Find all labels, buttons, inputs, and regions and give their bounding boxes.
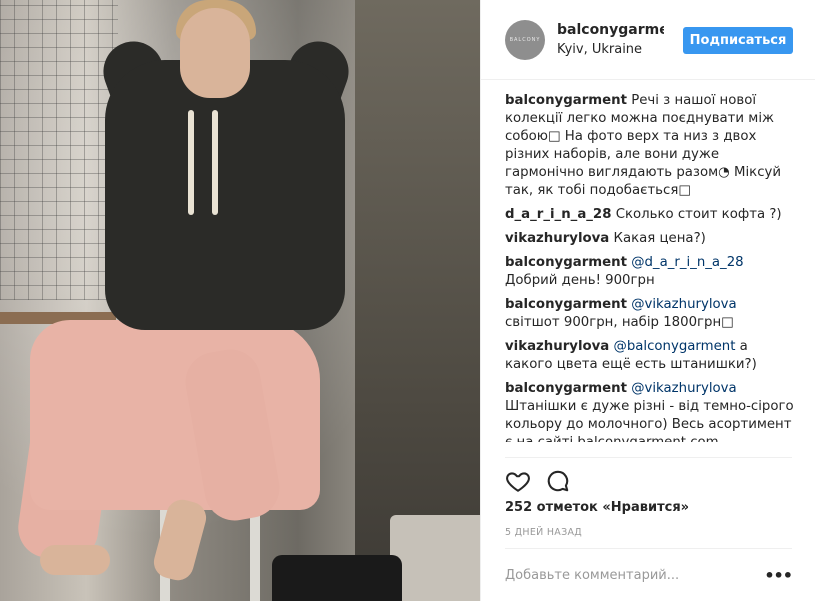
post-timestamp[interactable]: 5 ДНЕЙ НАЗАД bbox=[505, 527, 582, 538]
post-header: BALCONY balconygarment Kyiv, Ukraine Под… bbox=[481, 0, 815, 80]
photo-column bbox=[355, 0, 480, 601]
comment-author[interactable]: balconygarment bbox=[505, 297, 627, 312]
comment-text: Добрий день! 900грн bbox=[505, 273, 655, 288]
model-hoodie bbox=[105, 60, 345, 330]
post-photo[interactable] bbox=[0, 0, 480, 601]
model-foot-left bbox=[40, 545, 110, 575]
comment-author[interactable]: vikazhurylova bbox=[505, 339, 609, 354]
heart-icon[interactable] bbox=[505, 468, 531, 494]
comment-item: vikazhurylova Какая цена?) bbox=[505, 230, 795, 248]
comment-text: Штанішки є дуже різні - від темно-сірого… bbox=[505, 399, 794, 442]
comment-input[interactable] bbox=[505, 565, 755, 585]
photo-moodboard bbox=[0, 0, 118, 300]
photo-sofa bbox=[390, 515, 480, 601]
follow-button[interactable]: Подписаться bbox=[683, 27, 793, 54]
post-sidebar: BALCONY balconygarment Kyiv, Ukraine Под… bbox=[480, 0, 815, 601]
likes-count[interactable]: 252 отметок «Нравится» bbox=[505, 500, 689, 515]
comment-mention[interactable]: @vikazhurylova bbox=[631, 381, 737, 396]
avatar-logo-text: BALCONY bbox=[509, 37, 541, 43]
comment-author[interactable]: d_a_r_i_n_a_28 bbox=[505, 207, 611, 222]
photo-bag bbox=[272, 555, 402, 601]
add-comment-section: ••• bbox=[505, 548, 793, 601]
comment-mention[interactable]: @vikazhurylova bbox=[631, 297, 737, 312]
comment-author[interactable]: vikazhurylova bbox=[505, 231, 609, 246]
avatar[interactable]: BALCONY bbox=[505, 20, 545, 60]
comment-author[interactable]: balconygarment bbox=[505, 93, 627, 108]
post-location[interactable]: Kyiv, Ukraine bbox=[557, 42, 642, 57]
more-options-icon[interactable]: ••• bbox=[764, 566, 793, 585]
hoodie-cord bbox=[188, 110, 194, 215]
comment-item: vikazhurylova @balconygarment а какого ц… bbox=[505, 338, 795, 374]
comment-item: balconygarment @vikazhurylova Штанішки є… bbox=[505, 380, 795, 442]
post-username[interactable]: balconygarment bbox=[557, 22, 664, 38]
comment-text: світшот 900грн, набір 1800грн□ bbox=[505, 315, 734, 330]
comments-list[interactable]: balconygarment Речі з нашої нової колекц… bbox=[505, 92, 795, 442]
comment-mention[interactable]: @d_a_r_i_n_a_28 bbox=[631, 255, 743, 270]
model-head bbox=[180, 8, 250, 98]
comment-item: balconygarment Речі з нашої нової колекц… bbox=[505, 92, 795, 200]
comment-bubble-icon[interactable] bbox=[545, 468, 571, 494]
comment-item: d_a_r_i_n_a_28 Сколько стоит кофта ?) bbox=[505, 206, 795, 224]
comment-author[interactable]: balconygarment bbox=[505, 255, 627, 270]
comment-mention[interactable]: @balconygarment bbox=[614, 339, 736, 354]
comment-text: Сколько стоит кофта ?) bbox=[615, 207, 782, 222]
comment-item: balconygarment @d_a_r_i_n_a_28 Добрий де… bbox=[505, 254, 795, 290]
comment-text: Какая цена?) bbox=[613, 231, 706, 246]
comment-item: balconygarment @vikazhurylova світшот 90… bbox=[505, 296, 795, 332]
hoodie-cord bbox=[212, 110, 218, 215]
post-actions: 252 отметок «Нравится» 5 ДНЕЙ НАЗАД bbox=[505, 457, 792, 557]
comment-text: Речі з нашої нової колекції легко можна … bbox=[505, 93, 782, 198]
comment-author[interactable]: balconygarment bbox=[505, 381, 627, 396]
